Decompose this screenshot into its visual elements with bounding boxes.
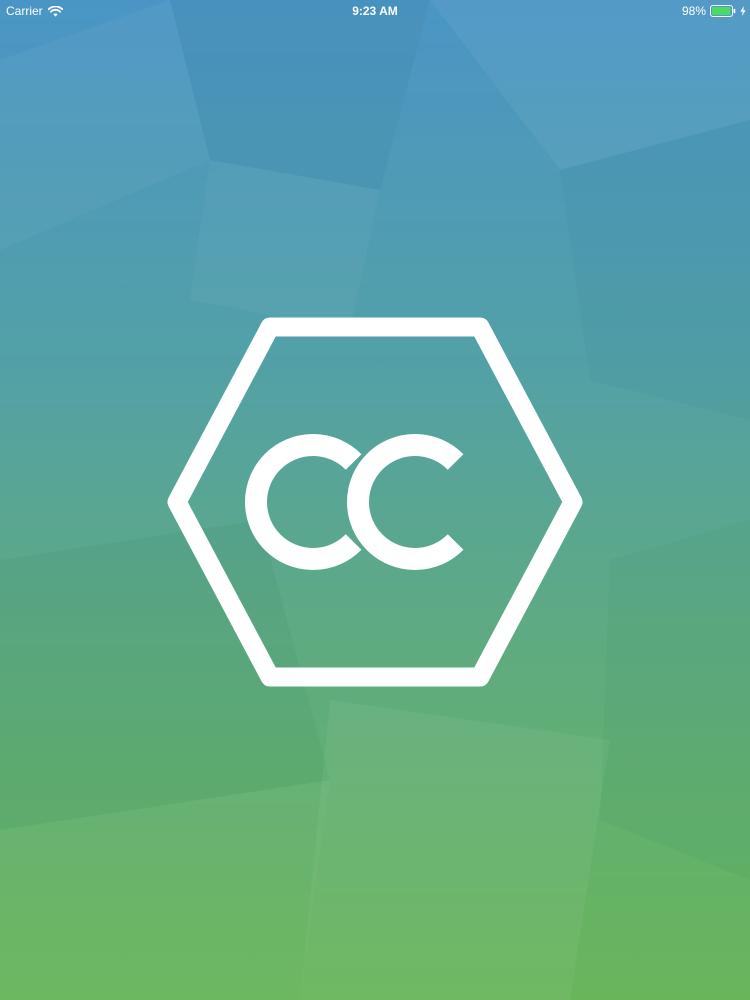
status-time: 9:23 AM bbox=[352, 4, 398, 18]
battery-icon bbox=[710, 5, 736, 17]
battery-fill bbox=[712, 7, 731, 15]
hexagon-outline bbox=[167, 317, 583, 687]
status-bar: Carrier 9:23 AM 98% bbox=[0, 0, 750, 22]
battery-percent: 98% bbox=[681, 4, 706, 18]
splash-screen: Carrier 9:23 AM 98% CC bbox=[0, 0, 750, 1000]
app-logo: CC bbox=[167, 317, 583, 687]
bolt-icon bbox=[740, 6, 746, 16]
logo-c-left bbox=[245, 434, 362, 570]
logo-c-right bbox=[347, 434, 464, 570]
battery-group: 98% bbox=[682, 0, 746, 22]
